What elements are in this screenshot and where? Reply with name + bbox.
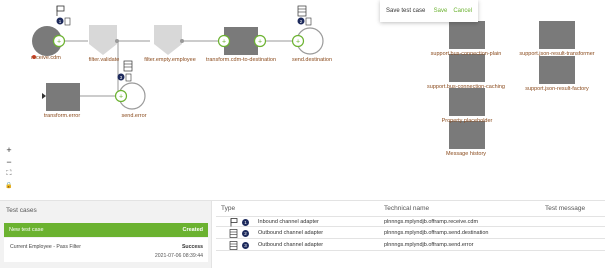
node-filter-empty-employee[interactable] xyxy=(154,25,184,55)
column-type: Type xyxy=(221,205,236,212)
step-number: 2 xyxy=(242,230,249,237)
badge-3: 3 xyxy=(117,73,125,81)
test-cases-title: Test cases xyxy=(6,207,37,214)
table-row[interactable]: 2 Outbound channel adapter plnnngs.mplyn… xyxy=(216,228,605,239)
step-technical-name: plnnngs.mplyndjb.offramp.send.destinatio… xyxy=(384,230,489,236)
node-label-transform-cdm-to-destination: transform.cdm-to-destination xyxy=(206,57,276,63)
node-send-error[interactable]: + xyxy=(114,82,146,110)
resource-bus-connection-caching-node xyxy=(449,54,485,82)
node-label-send-error: send.error xyxy=(121,113,147,119)
node-label-send-destination: send.destination xyxy=(291,57,333,63)
column-test-message: Test message xyxy=(545,205,586,212)
step-technical-name: plnnngs.mplyndjb.offramp.send.error xyxy=(384,242,474,248)
resource-label-message-history: Message history xyxy=(445,151,487,157)
step-type: Outbound channel adapter xyxy=(258,242,324,248)
lock-button[interactable]: 🔒 xyxy=(4,181,14,191)
document-icon xyxy=(64,17,71,26)
zoom-in-button[interactable]: + xyxy=(4,145,14,155)
resource-property-placeholder-node xyxy=(449,88,485,116)
flow-diagram[interactable]: + 1 + + + 2 + 3 xyxy=(0,0,605,198)
svg-text:+: + xyxy=(222,39,226,46)
fit-view-button[interactable]: ⛶ xyxy=(4,169,14,179)
resource-message-history-node xyxy=(449,121,485,149)
save-test-case-dialog: Save test case Save Cancel xyxy=(380,0,478,22)
cancel-button[interactable]: Cancel xyxy=(453,8,472,14)
svg-text:+: + xyxy=(258,39,262,46)
node-send-destination[interactable]: + xyxy=(291,27,324,55)
new-test-case-item[interactable]: New test case Created xyxy=(4,223,208,237)
step-type: Inbound channel adapter xyxy=(258,219,319,225)
app-root: + 1 + + + 2 + 3 receive.cdm filter.valid… xyxy=(0,0,605,268)
resource-label-json-result-factory: support.json-result-factory xyxy=(525,86,589,92)
ladder-icon xyxy=(229,241,238,250)
ladder-icon xyxy=(123,60,133,72)
resource-bus-connection-plain-node xyxy=(449,21,485,49)
ladder-icon xyxy=(229,229,238,238)
node-label-transform-error: transform.error xyxy=(43,113,81,119)
bottom-panel: Test cases New test case Created Current… xyxy=(0,200,605,268)
node-label-filter-empty-employee: filter.empty.employee xyxy=(144,57,196,63)
resource-json-result-transformer-node xyxy=(539,21,575,49)
node-filter-validate[interactable] xyxy=(89,25,119,55)
node-label-filter-validate: filter.validate xyxy=(88,57,120,63)
flag-icon xyxy=(56,5,65,16)
flag-icon xyxy=(230,218,238,227)
resource-label-bus-connection-plain: support.bus-connection-plain xyxy=(430,51,502,57)
flow-canvas[interactable]: + 1 + + + 2 + 3 receive.cdm filter.valid… xyxy=(0,0,605,198)
new-test-case-status: Created xyxy=(182,227,203,233)
resource-label-bus-connection-caching: support.bus-connection-caching xyxy=(427,84,505,90)
node-label-receive-cdm: receive.cdm xyxy=(31,55,61,61)
test-case-status: Success xyxy=(181,244,203,250)
resource-label-property-placeholder: Property placeholder xyxy=(441,118,493,124)
step-technical-name: plnnngs.mplyndjb.offramp.receive.cdm xyxy=(384,219,479,225)
resource-json-result-factory-node xyxy=(539,56,575,84)
table-row[interactable]: 3 Outbound channel adapter plnnngs.mplyn… xyxy=(216,240,605,251)
resource-label-json-result-transformer: support.json-result-transformer xyxy=(519,51,595,57)
table-row[interactable]: 1 Inbound channel adapter plnnngs.mplynd… xyxy=(216,216,605,227)
document-icon xyxy=(125,73,132,82)
badge-2: 2 xyxy=(297,17,305,25)
node-transform-error[interactable] xyxy=(42,83,80,111)
document-icon xyxy=(305,17,312,26)
column-technical-name: Technical name xyxy=(384,205,430,212)
test-cases-panel: Test cases New test case Created Current… xyxy=(0,201,212,268)
save-dialog-title: Save test case xyxy=(386,8,426,14)
zoom-out-button[interactable]: − xyxy=(4,157,14,167)
svg-text:+: + xyxy=(296,39,300,46)
save-button[interactable]: Save xyxy=(434,8,448,14)
table-header: Type Technical name Test message xyxy=(216,201,605,215)
node-transform-cdm-to-destination[interactable]: + + xyxy=(217,27,267,55)
test-steps-table: Type Technical name Test message 1 Inbou… xyxy=(216,201,605,268)
svg-text:+: + xyxy=(57,39,61,46)
svg-text:+: + xyxy=(119,94,123,101)
step-number: 3 xyxy=(242,242,249,249)
step-number: 1 xyxy=(242,219,249,226)
test-case-date: 2021-07-06 08:39:44 xyxy=(154,253,203,259)
new-test-case-label: New test case xyxy=(9,227,44,233)
test-case-name: Current Employee - Pass Filter xyxy=(10,244,81,250)
badge-1: 1 xyxy=(56,17,64,25)
test-case-item[interactable]: Current Employee - Pass Filter Success 2… xyxy=(4,238,208,262)
step-type: Outbound channel adapter xyxy=(258,230,324,236)
ladder-icon xyxy=(297,5,307,17)
